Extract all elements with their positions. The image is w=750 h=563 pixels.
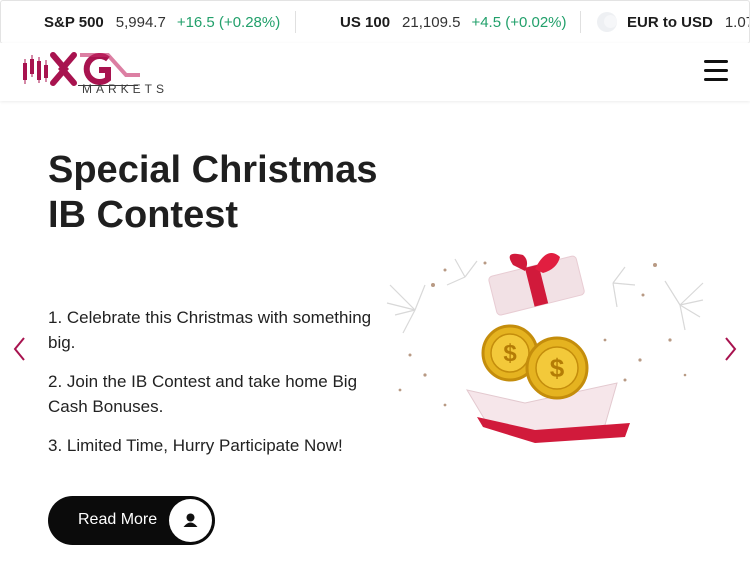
ticker-divider [580, 11, 581, 33]
logo-subtitle: MARKETS [82, 82, 169, 96]
ticker-price: 5,994.7 [115, 13, 166, 31]
xg-markets-logo[interactable]: MARKETS [22, 48, 164, 98]
ticker-divider [295, 11, 296, 33]
read-more-button[interactable]: Read More [48, 496, 215, 545]
chevron-right-icon[interactable] [720, 335, 740, 363]
read-more-label: Read More [78, 511, 158, 528]
hero-point: 3. Limited Time, Hurry Participate Now! [48, 436, 343, 455]
ticker-change: +16.5 (+0.28%) [176, 13, 281, 31]
hero-title: Special Christmas IB Contest [48, 149, 378, 236]
market-ticker: S&P 500 5,994.7 +16.5 (+0.28%) US 100 21… [0, 0, 750, 44]
ticker-symbol: EUR to USD [627, 13, 713, 31]
ticker-price: 21,109.5 [402, 13, 461, 31]
user-icon [169, 499, 212, 542]
ticker-symbol: US 100 [340, 13, 391, 31]
svg-text:$: $ [550, 353, 565, 383]
christmas-gift-illustration: $ $ [385, 245, 705, 450]
chevron-left-icon[interactable] [10, 335, 30, 363]
hero-points-list: 1. Celebrate this Christmas with somethi… [48, 305, 378, 472]
currency-flag-icon [597, 12, 617, 32]
ticker-change: +4.5 (+0.02%) [471, 13, 567, 31]
hamburger-menu-icon[interactable] [704, 60, 728, 82]
hero-point: 2. Join the IB Contest and take home Big… [48, 372, 358, 416]
ticker-price: 1.07 [724, 13, 749, 31]
ticker-item-eurusd[interactable]: EUR to USD 1.07 [597, 1, 749, 43]
site-header: MARKETS [0, 43, 750, 101]
ticker-symbol: S&P 500 [44, 13, 104, 31]
ticker-item-sp500[interactable]: S&P 500 5,994.7 +16.5 (+0.28%) [44, 1, 280, 43]
svg-text:$: $ [503, 340, 517, 367]
ticker-item-us100[interactable]: US 100 21,109.5 +4.5 (+0.02%) [340, 1, 567, 43]
hero-point: 1. Celebrate this Christmas with somethi… [48, 308, 372, 352]
